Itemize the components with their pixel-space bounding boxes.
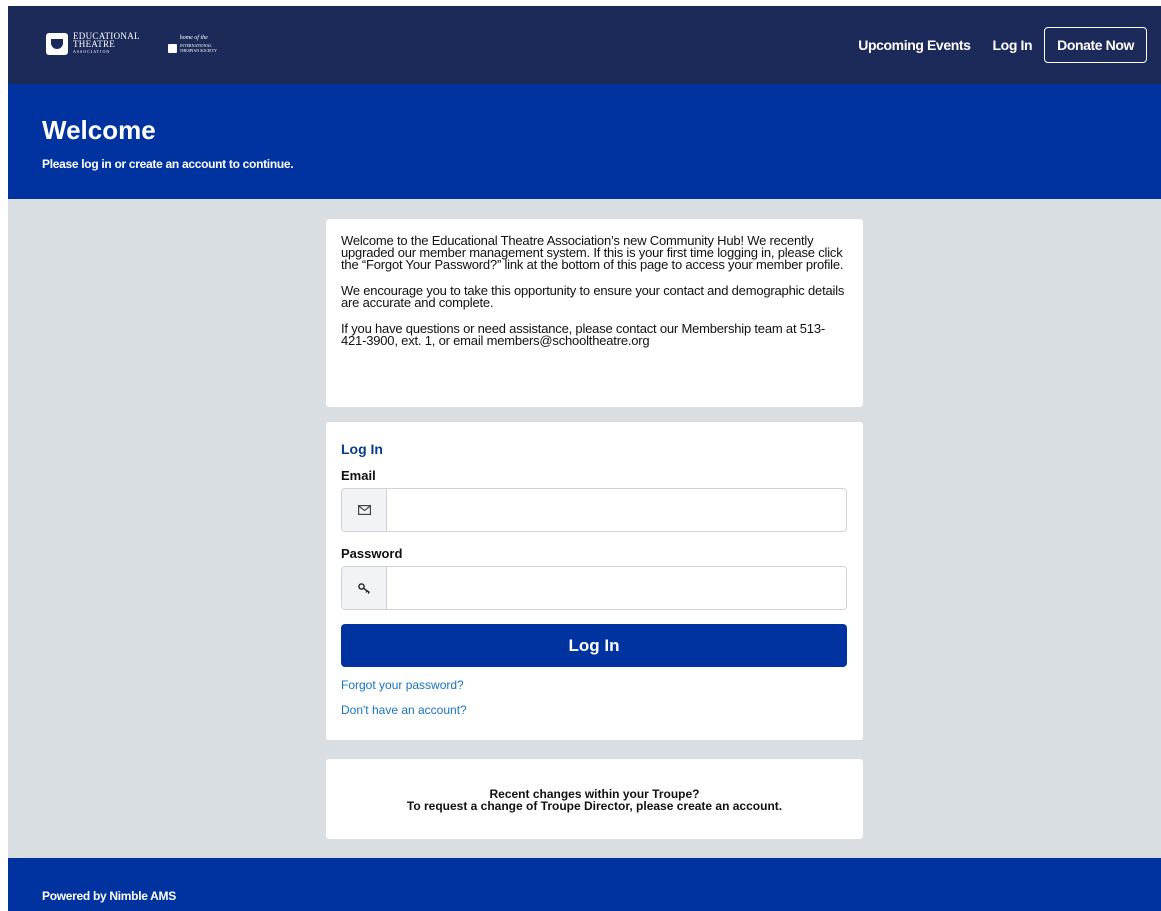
intro-paragraph-1: Welcome to the Educational Theatre Assoc… <box>341 233 844 272</box>
nav-login[interactable]: Log In <box>993 37 1033 53</box>
its-logo: home of the INTERNATIONAL THESPIAN SOCIE… <box>167 35 218 53</box>
key-icon <box>342 567 387 609</box>
password-label: Password <box>341 546 403 561</box>
page-footer: Powered by Nimble AMS <box>8 858 1161 911</box>
top-navbar: EDUCATIONAL THEATRE ASSOCIATION home of … <box>8 6 1161 84</box>
email-field[interactable] <box>387 489 846 531</box>
main-nav: Upcoming Events Log In Donate Now <box>858 6 1161 84</box>
page-subtitle: Please log in or create an account to co… <box>42 157 294 171</box>
troupe-line-2: To request a change of Troupe Director, … <box>406 799 783 813</box>
page: EDUCATIONAL THEATRE ASSOCIATION home of … <box>8 6 1161 911</box>
intro-paragraph-3: If you have questions or need assistance… <box>341 321 825 348</box>
donate-now-button[interactable]: Donate Now <box>1044 27 1147 63</box>
intro-card: Welcome to the Educational Theatre Assoc… <box>326 219 863 407</box>
email-label: Email <box>341 468 376 483</box>
email-input-group <box>341 488 847 532</box>
welcome-hero: Welcome Please log in or create an accou… <box>8 84 1161 199</box>
password-field[interactable] <box>387 567 846 609</box>
logo-line-2: THEATRE <box>73 39 116 49</box>
site-logo[interactable]: EDUCATIONAL THEATRE ASSOCIATION home of … <box>46 32 217 56</box>
thespian-mask-icon <box>167 43 177 53</box>
theatre-mask-icon <box>46 33 68 55</box>
forgot-password-link[interactable]: Forgot your password? <box>341 678 464 692</box>
home-of-text: home of the <box>179 35 208 41</box>
powered-by-text: Powered by Nimble AMS <box>42 889 176 903</box>
page-title: Welcome <box>42 115 156 145</box>
its-line-2: THESPIAN SOCIETY <box>179 48 218 53</box>
logo-line-3: ASSOCIATION <box>73 49 111 54</box>
nav-upcoming-events[interactable]: Upcoming Events <box>858 37 971 53</box>
envelope-icon <box>342 489 387 531</box>
login-title: Log In <box>341 441 383 457</box>
eta-logo: EDUCATIONAL THEATRE ASSOCIATION <box>46 32 140 56</box>
troupe-card: Recent changes within your Troupe? To re… <box>326 759 863 839</box>
login-submit-button[interactable]: Log In <box>341 624 847 667</box>
login-card: Log In Email Password Log In Forgot your… <box>326 422 863 740</box>
password-input-group <box>341 566 847 610</box>
intro-paragraph-2: We encourage you to take this opportunit… <box>341 283 845 310</box>
create-account-link[interactable]: Don't have an account? <box>341 703 467 717</box>
